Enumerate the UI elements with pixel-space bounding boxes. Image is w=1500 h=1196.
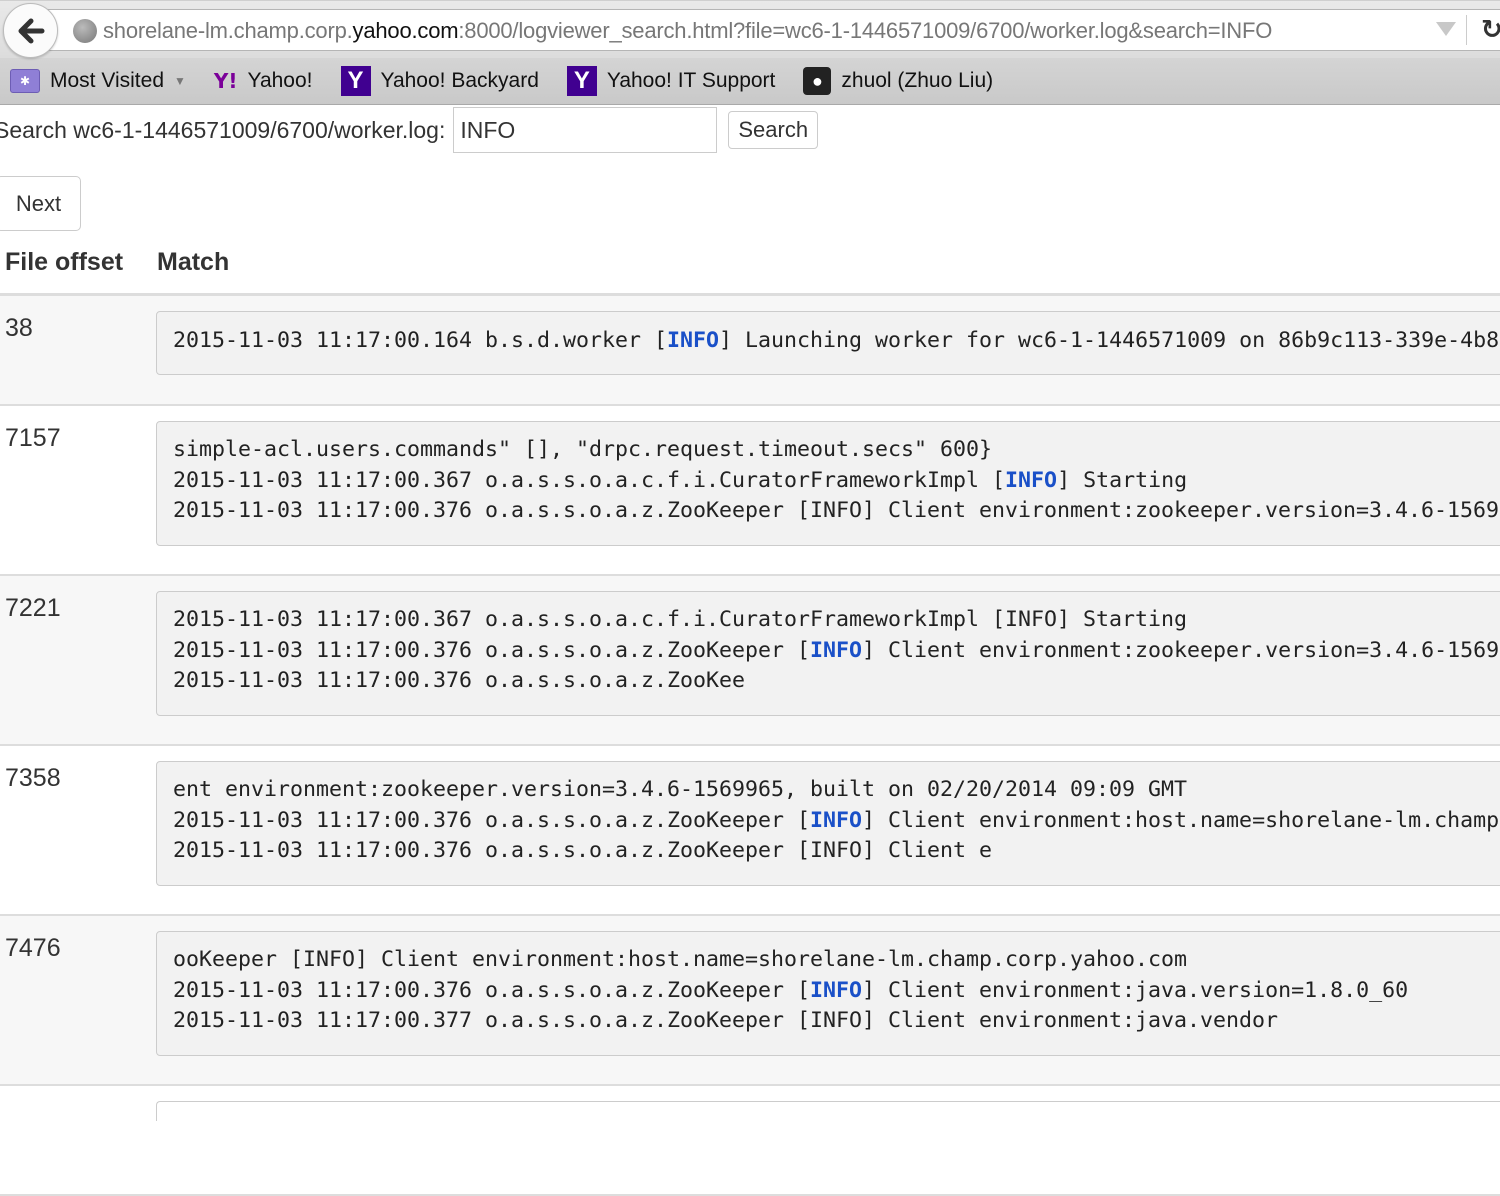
search-highlight[interactable]: INFO xyxy=(810,808,862,833)
url-host: yahoo.com xyxy=(352,18,459,43)
table-row: 38 2015-11-03 11:17:00.164 b.s.d.worker [… xyxy=(0,296,1500,406)
bookmark-label: Most Visited xyxy=(50,69,164,92)
log-line: 2015-11-03 11:17:00.367 o.a.s.s.o.a.c.f.… xyxy=(173,607,1188,632)
url-bar[interactable]: shorelane-lm.champ.corp.yahoo.com:8000/l… xyxy=(40,9,1500,51)
column-header-file-offset: File offset xyxy=(5,248,124,276)
match-snippet: 2015-11-03 11:17:00.164 b.s.d.worker [IN… xyxy=(156,311,1500,375)
table-row: 7221 2015-11-03 11:17:00.367 o.a.s.s.o.a.… xyxy=(0,576,1500,746)
search-highlight[interactable]: INFO xyxy=(1005,468,1057,493)
file-offset: 7358 xyxy=(5,764,61,792)
globe-icon xyxy=(73,19,97,43)
results-table-header: File offset Match xyxy=(0,240,1500,296)
bookmarks-bar: ✱ Most Visited ▼ Y! Yahoo! Y Yahoo! Back… xyxy=(0,58,1500,105)
bookmark-yahoo[interactable]: Y! Yahoo! xyxy=(214,69,313,93)
yahoo-icon: Y! xyxy=(213,69,238,93)
next-button[interactable]: Next xyxy=(0,176,81,231)
search-highlight[interactable]: INFO xyxy=(810,978,862,1003)
chevron-down-icon: ▼ xyxy=(174,74,186,88)
log-line: 2015-11-03 11:17:00.376 o.a.s.s.o.a.z.Zo… xyxy=(173,637,1500,663)
search-highlight[interactable]: INFO xyxy=(810,638,862,663)
column-header-match: Match xyxy=(157,248,230,276)
search-button[interactable]: Search xyxy=(728,111,819,149)
bookmark-yahoo-backyard[interactable]: Y Yahoo! Backyard xyxy=(340,66,539,96)
bookmark-label: Yahoo! IT Support xyxy=(606,69,776,92)
log-line: ent environment:zookeeper.version=3.4.6-… xyxy=(173,777,1188,802)
log-line: 2015-11-03 11:17:00.367 o.a.s.s.o.a.c.f.… xyxy=(173,467,1188,493)
match-snippet: 2015-11-03 11:17:00.367 o.a.s.s.o.a.c.f.… xyxy=(156,591,1500,716)
yahoo-y-icon: Y xyxy=(566,66,597,96)
folder-icon: ✱ xyxy=(10,69,40,93)
log-line: 2015-11-03 11:17:00.164 b.s.d.worker [IN… xyxy=(173,328,1500,353)
log-line: ooKeeper [INFO] Client environment:host.… xyxy=(173,947,1188,972)
bookmark-yahoo-it-support[interactable]: Y Yahoo! IT Support xyxy=(566,66,776,96)
search-highlight[interactable]: INFO xyxy=(667,328,719,353)
table-row: 7476 ooKeeper [INFO] Client environment:h… xyxy=(0,916,1500,1086)
back-button[interactable] xyxy=(3,3,58,58)
browser-toolbar: shorelane-lm.champ.corp.yahoo.com:8000/l… xyxy=(0,0,1500,58)
search-input[interactable] xyxy=(453,107,718,153)
match-snippet: simple-acl.users.commands" [], "drpc.req… xyxy=(156,421,1500,546)
yahoo-y-icon: Y xyxy=(340,66,371,96)
bookmark-label: zhuol (Zhuo Liu) xyxy=(841,69,994,92)
match-snippet: ooKeeper [INFO] Client environment:host.… xyxy=(156,931,1500,1056)
table-row: 7157 simple-acl.users.commands" [], "drpc… xyxy=(0,406,1500,576)
url-separator xyxy=(1466,15,1467,45)
file-offset: 7157 xyxy=(5,424,61,452)
reload-icon[interactable]: ↻ xyxy=(1481,14,1500,45)
table-row-partial xyxy=(0,1086,1500,1196)
bookmark-label: Yahoo! Backyard xyxy=(380,69,539,92)
file-offset: 38 xyxy=(5,314,33,342)
url-prefix: shorelane-lm.champ.corp. xyxy=(103,18,353,43)
back-arrow-icon xyxy=(18,18,44,43)
log-line: 2015-11-03 11:17:00.376 o.a.s.s.o.a.z.Zo… xyxy=(173,977,1409,1003)
file-offset: 7476 xyxy=(5,934,61,962)
table-row: 7358 ent environment:zookeeper.version=3.… xyxy=(0,746,1500,916)
bookmark-label: Yahoo! xyxy=(247,69,313,92)
match-snippet: ent environment:zookeeper.version=3.4.6-… xyxy=(156,761,1500,886)
search-form: Search wc6-1-1446571009/6700/worker.log:… xyxy=(0,106,819,154)
bookmark-most-visited[interactable]: ✱ Most Visited ▼ xyxy=(10,69,186,93)
github-icon: ● xyxy=(803,67,832,95)
log-line: 2015-11-03 11:17:00.376 o.a.s.s.o.a.z.Zo… xyxy=(173,498,1500,523)
url-text[interactable]: shorelane-lm.champ.corp.yahoo.com:8000/l… xyxy=(103,18,1272,44)
log-line: simple-acl.users.commands" [], "drpc.req… xyxy=(173,437,993,462)
log-line: 2015-11-03 11:17:00.377 o.a.s.s.o.a.z.Zo… xyxy=(173,1008,1279,1033)
url-suffix: :8000/logviewer_search.html?file=wc6-1-1… xyxy=(458,18,1273,43)
search-label: Search wc6-1-1446571009/6700/worker.log: xyxy=(0,116,446,143)
match-snippet-partial xyxy=(156,1101,1500,1121)
bookmark-zhuol[interactable]: ● zhuol (Zhuo Liu) xyxy=(803,67,993,95)
log-line: 2015-11-03 11:17:00.376 o.a.s.s.o.a.z.Zo… xyxy=(173,838,993,863)
log-line: 2015-11-03 11:17:00.376 o.a.s.s.o.a.z.Zo… xyxy=(173,668,746,693)
file-offset: 7221 xyxy=(5,594,61,622)
url-history-dropdown-icon[interactable] xyxy=(1436,22,1456,36)
results-table: 38 2015-11-03 11:17:00.164 b.s.d.worker [… xyxy=(0,296,1500,1196)
log-line: 2015-11-03 11:17:00.376 o.a.s.s.o.a.z.Zo… xyxy=(173,807,1500,833)
